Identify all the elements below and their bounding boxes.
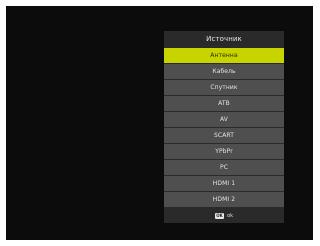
source-item-pc[interactable]: PC	[164, 160, 284, 175]
source-item-scart[interactable]: SCART	[164, 128, 284, 143]
source-item-hdmi2[interactable]: HDMI 2	[164, 192, 284, 207]
source-item-ypbpr[interactable]: YPbPr	[164, 144, 284, 159]
source-menu: Источник Антенна Кабель Спутник ATB AV S…	[164, 31, 284, 223]
source-item-atv[interactable]: ATB	[164, 96, 284, 111]
source-item-satellite[interactable]: Спутник	[164, 80, 284, 95]
menu-title: Источник	[206, 35, 242, 43]
ok-key-icon: OK	[215, 212, 225, 219]
source-item-av[interactable]: AV	[164, 112, 284, 127]
tv-screen: Источник Антенна Кабель Спутник ATB AV S…	[6, 6, 313, 240]
menu-footer: OK ok	[164, 208, 284, 223]
source-item-cable[interactable]: Кабель	[164, 64, 284, 79]
source-item-antenna[interactable]: Антенна	[164, 48, 284, 63]
source-item-hdmi1[interactable]: HDMI 1	[164, 176, 284, 191]
footer-hint: ok	[227, 212, 233, 219]
source-list: Антенна Кабель Спутник ATB AV SCART YPbP…	[164, 48, 284, 208]
